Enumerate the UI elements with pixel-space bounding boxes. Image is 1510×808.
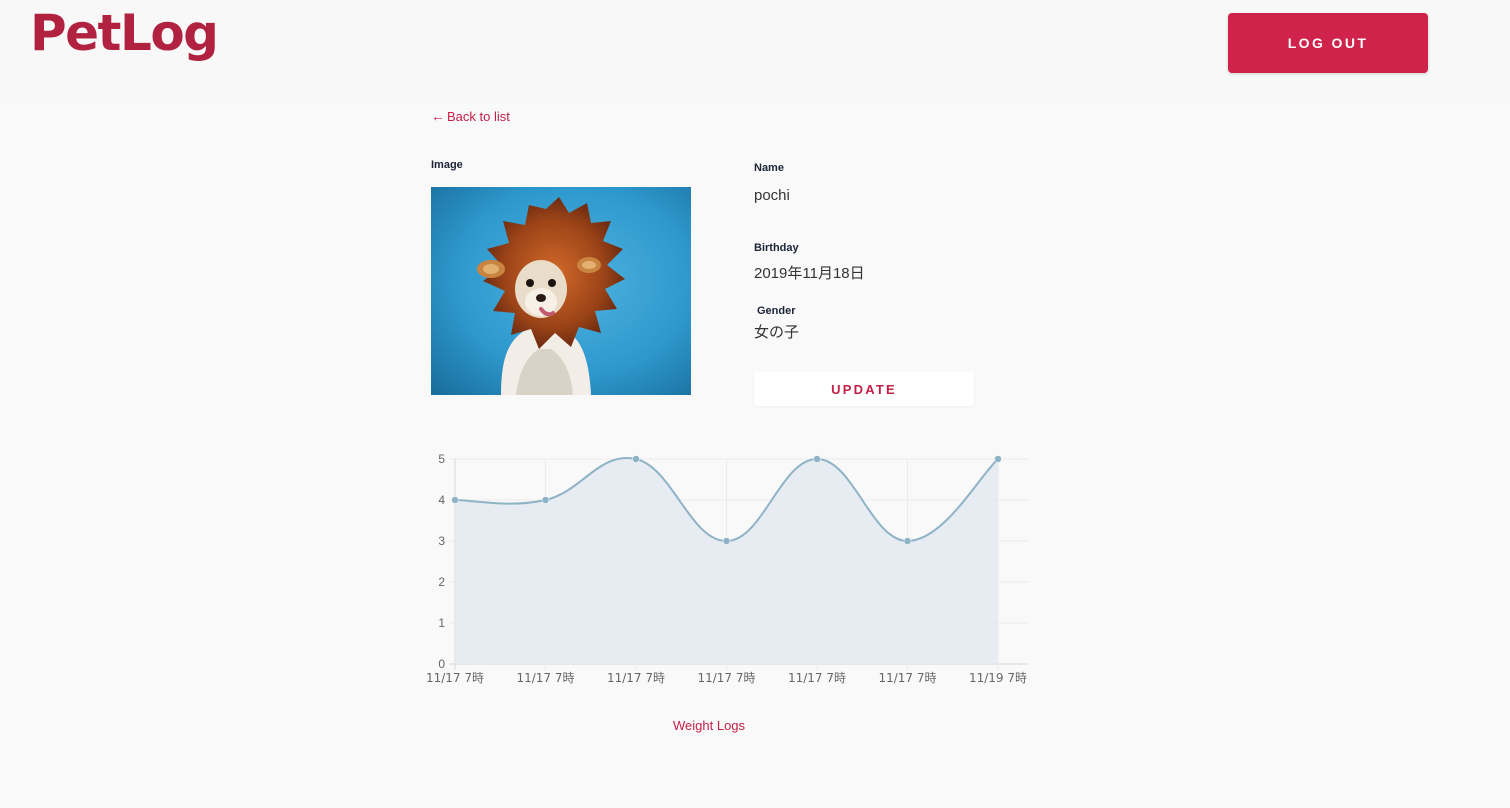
x-tick-label: 11/19 7時 <box>969 671 1027 685</box>
data-point <box>903 537 912 545</box>
top-bar: PetLog LOG OUT <box>0 0 1510 98</box>
y-tick-label: 2 <box>438 575 445 589</box>
x-tick-label: 11/17 7時 <box>426 671 484 685</box>
weight-logs-link[interactable]: Weight Logs <box>673 718 745 733</box>
y-tick-label: 4 <box>438 493 445 507</box>
weight-chart: 0 1 2 3 4 5 11/17 7時 11/17 7時 11/17 7時 11/17 7時 11… <box>426 452 1028 685</box>
gender-value: 女の子 <box>754 324 800 341</box>
pet-detail-page: PetLog LOG OUT ← Back to list Image Name… <box>0 0 1510 808</box>
back-to-list-label: Back to list <box>447 108 510 124</box>
pet-name-value: pochi <box>754 187 790 204</box>
y-tick-label: 0 <box>438 657 445 671</box>
x-tick-label: 11/17 7時 <box>697 671 755 685</box>
x-tick-label: 11/17 7時 <box>516 671 574 685</box>
data-point <box>632 455 640 463</box>
data-point <box>722 537 731 545</box>
back-arrow-icon: ← <box>431 108 445 124</box>
birthday-label: Birthday <box>754 242 799 254</box>
y-tick-label: 1 <box>438 616 445 630</box>
x-tick-label: 11/17 7時 <box>607 671 665 685</box>
name-label: Name <box>754 162 784 174</box>
data-point <box>994 455 1002 463</box>
data-point <box>813 455 821 463</box>
update-button[interactable]: UPDATE <box>754 372 974 406</box>
data-point <box>451 496 459 504</box>
y-tick-label: 3 <box>438 534 445 548</box>
x-tick-label: 11/17 7時 <box>878 671 936 685</box>
y-tick-label: 5 <box>438 452 445 466</box>
app-logo[interactable]: PetLog <box>30 4 219 62</box>
logout-button[interactable]: LOG OUT <box>1228 13 1428 73</box>
x-tick-label: 11/17 7時 <box>788 671 846 685</box>
gender-label: Gender <box>757 305 796 317</box>
data-point <box>541 496 550 504</box>
back-to-list-link[interactable]: ← Back to list <box>431 108 510 124</box>
birthday-value: 2019年11月18日 <box>754 265 865 282</box>
image-label: Image <box>431 159 463 171</box>
pet-photo <box>431 187 691 395</box>
